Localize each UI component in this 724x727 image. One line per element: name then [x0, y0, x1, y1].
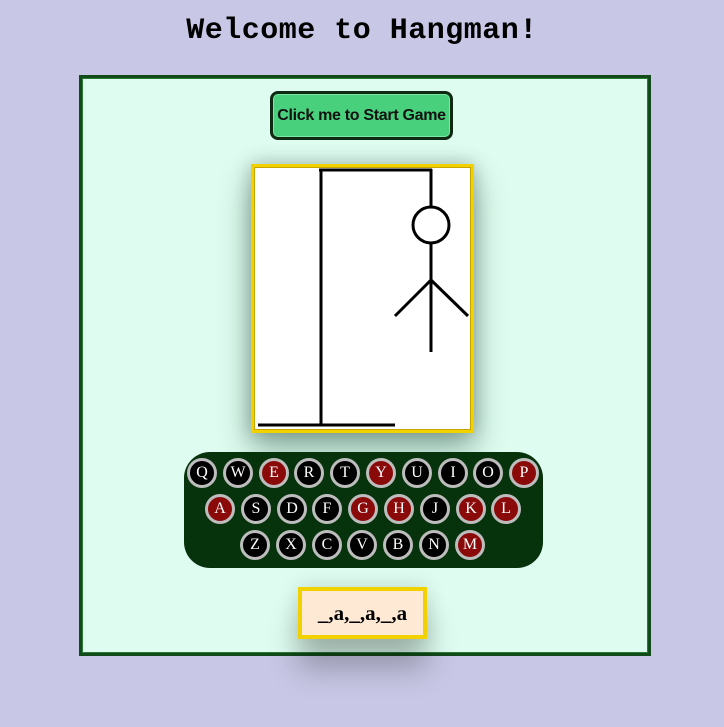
- hangman-right-arm: [429, 278, 470, 318]
- key-b[interactable]: B: [383, 530, 413, 560]
- key-e[interactable]: E: [259, 458, 289, 488]
- key-x[interactable]: X: [276, 530, 306, 560]
- key-z[interactable]: Z: [240, 530, 270, 560]
- key-q[interactable]: Q: [187, 458, 217, 488]
- hangman-canvas: [251, 164, 474, 433]
- letter-keyboard: QWERTYUIOP ASDFGHJKL ZXCVBNM: [184, 452, 543, 568]
- hangman-head: [411, 205, 451, 245]
- key-m[interactable]: M: [455, 530, 485, 560]
- hangman-drawing: [258, 168, 470, 427]
- start-game-button[interactable]: Click me to Start Game: [270, 91, 453, 140]
- key-y[interactable]: Y: [366, 458, 396, 488]
- key-o[interactable]: O: [473, 458, 503, 488]
- hangman-left-arm: [393, 278, 433, 318]
- key-s[interactable]: S: [241, 494, 271, 524]
- key-k[interactable]: K: [456, 494, 486, 524]
- key-v[interactable]: V: [347, 530, 377, 560]
- word-display: _,a,_,a,_,a: [298, 587, 427, 639]
- key-g[interactable]: G: [348, 494, 378, 524]
- key-w[interactable]: W: [223, 458, 253, 488]
- key-h[interactable]: H: [384, 494, 414, 524]
- key-l[interactable]: L: [491, 494, 521, 524]
- key-a[interactable]: A: [205, 494, 235, 524]
- key-n[interactable]: N: [419, 530, 449, 560]
- key-i[interactable]: I: [438, 458, 468, 488]
- page-title: Welcome to Hangman!: [186, 14, 538, 48]
- key-p[interactable]: P: [509, 458, 539, 488]
- key-c[interactable]: C: [312, 530, 342, 560]
- key-u[interactable]: U: [402, 458, 432, 488]
- key-d[interactable]: D: [277, 494, 307, 524]
- key-r[interactable]: R: [294, 458, 324, 488]
- key-f[interactable]: F: [312, 494, 342, 524]
- key-t[interactable]: T: [330, 458, 360, 488]
- key-j[interactable]: J: [420, 494, 450, 524]
